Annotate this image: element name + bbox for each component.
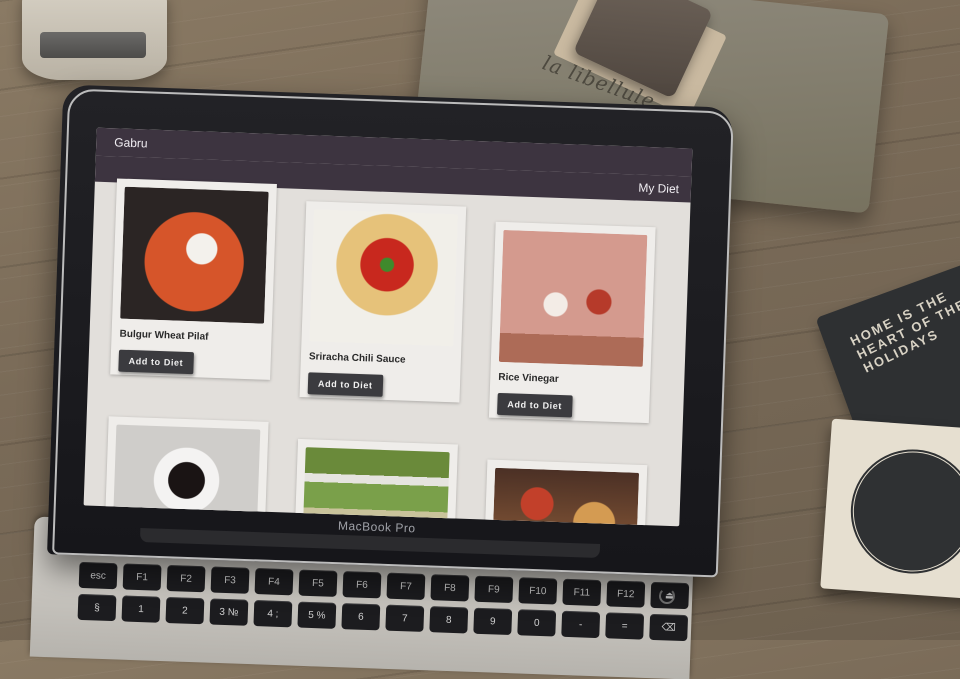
key[interactable]: 1 (121, 595, 161, 623)
key[interactable]: F1 (122, 563, 162, 591)
key[interactable]: 8 (429, 606, 469, 634)
food-photo[interactable] (498, 229, 648, 367)
add-to-diet-button[interactable]: Add to Diet (497, 392, 573, 418)
key[interactable]: 0 (517, 609, 557, 637)
food-photo[interactable] (120, 186, 269, 324)
food-photo[interactable] (113, 424, 261, 516)
key[interactable]: F12 (606, 580, 646, 608)
add-to-diet-button[interactable]: Add to Diet (307, 372, 383, 397)
coaster-emblem (845, 444, 960, 579)
key[interactable]: 5 % (297, 601, 337, 629)
laptop-screen: Gabru My Diet Bulgur Wheat Pilaf Add to … (83, 127, 693, 527)
key[interactable]: 9 (473, 607, 513, 636)
food-card (293, 438, 458, 527)
key[interactable]: 7 (385, 604, 425, 632)
key[interactable]: 3 № (209, 598, 249, 626)
coaster-ornate (820, 418, 960, 600)
key[interactable]: F2 (166, 564, 206, 593)
key[interactable]: F6 (342, 571, 382, 599)
key[interactable]: 2 (165, 596, 205, 625)
key[interactable]: esc (78, 561, 118, 590)
key[interactable]: F10 (518, 577, 558, 605)
key[interactable]: F4 (254, 568, 294, 596)
key[interactable]: F7 (386, 572, 426, 600)
key[interactable]: F5 (298, 569, 338, 597)
food-card (483, 459, 648, 527)
food-photo[interactable] (492, 467, 640, 527)
laptop-model-label: MacBook Pro (337, 518, 416, 536)
backspace-key[interactable]: ⌫ (649, 613, 689, 642)
key[interactable]: 4 ; (253, 600, 293, 628)
my-diet-link[interactable]: My Diet (638, 181, 679, 196)
key[interactable]: = (605, 612, 645, 640)
food-card: Sriracha Chili Sauce Add to Diet (299, 201, 467, 403)
jar-label (40, 32, 146, 58)
key[interactable]: F11 (562, 578, 602, 607)
food-card: Rice Vinegar Add to Diet (488, 221, 656, 424)
app-title[interactable]: Gabru (114, 135, 148, 150)
key[interactable]: F8 (430, 574, 470, 602)
key[interactable]: - (561, 610, 601, 639)
key[interactable]: 6 (341, 603, 381, 631)
food-card: Bulgur Wheat Pilaf Add to Diet (110, 178, 277, 380)
key[interactable]: F3 (210, 566, 250, 594)
food-name: Bulgur Wheat Pilaf (119, 328, 209, 343)
candle-jar (22, 0, 167, 80)
add-to-diet-button[interactable]: Add to Diet (118, 349, 194, 375)
key[interactable]: F9 (474, 575, 514, 604)
food-name: Sriracha Chili Sauce (308, 351, 406, 366)
food-grid: Bulgur Wheat Pilaf Add to Diet Sriracha … (103, 178, 676, 527)
food-name: Rice Vinegar (498, 371, 559, 385)
key[interactable]: § (77, 593, 117, 622)
food-photo[interactable] (309, 209, 458, 347)
